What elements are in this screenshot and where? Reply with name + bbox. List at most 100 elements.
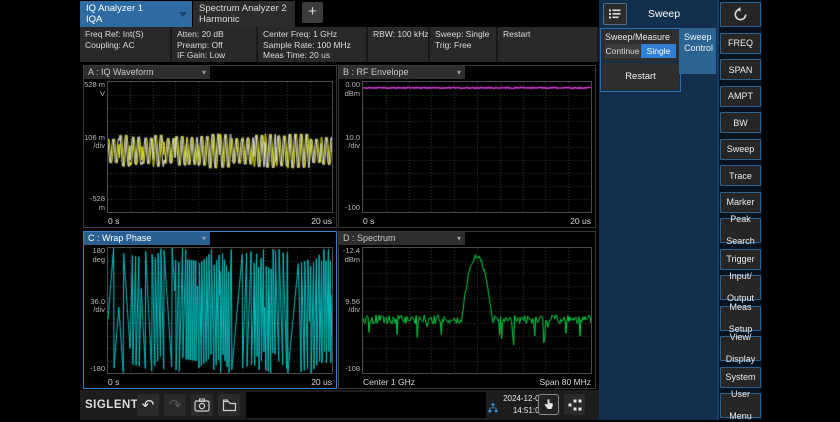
plot-area[interactable] <box>362 81 592 213</box>
waveform-panel-b[interactable]: B : RF Envelope ▾ 0.00dBm 10.0/div -100 … <box>338 65 596 228</box>
softkey-span[interactable]: SPAN <box>720 59 761 80</box>
y-axis-top-label: 0.00dBm <box>339 81 360 98</box>
settings-line: RBW: 100 kHz <box>373 29 428 40</box>
softkey-freq[interactable]: FREQ <box>720 33 761 54</box>
softkey-meas-setup[interactable]: MeasSetup <box>720 306 761 331</box>
screenshot-stage: IQ Analyzer 1 IQA Spectrum Analyzer 2 Ha… <box>0 0 840 420</box>
softkey-label: BW <box>733 118 748 128</box>
softkey-peak-search[interactable]: PeakSearch <box>720 218 761 243</box>
panel-dropdown-icon[interactable]: ▾ <box>457 232 461 245</box>
waveform-panel-a[interactable]: A : IQ Waveform ▾ 528 mV 106 m/div -528 … <box>83 65 337 228</box>
settings-group-2[interactable]: Atten: 20 dBPreamp: OffIF Gain: Low <box>172 27 258 62</box>
lan-status-icon[interactable] <box>488 400 498 418</box>
y-axis-perdiv-label: 10.0/div <box>339 134 360 151</box>
redo-button[interactable]: ↷ <box>164 394 186 416</box>
plot-area[interactable] <box>362 247 592 374</box>
menu-list-icon <box>608 7 622 21</box>
sweep-measure-toggle: ContinueSingle <box>605 44 676 58</box>
panel-dropdown-icon[interactable]: ▾ <box>202 232 206 245</box>
y-axis-bottom-label: -528 m <box>84 195 105 212</box>
panel-title-bar[interactable]: D : Spectrum ▾ <box>339 232 465 245</box>
chevron-down-icon[interactable] <box>179 12 187 17</box>
softkey-label: Trigger <box>726 254 754 264</box>
softkey-bw[interactable]: BW <box>720 112 761 133</box>
x-axis-left-label: 0 s <box>108 216 119 226</box>
y-axis-bottom-label: -180 <box>84 365 105 374</box>
undo-icon: ↶ <box>142 396 155 414</box>
panel-title: B : RF Envelope <box>343 66 409 79</box>
softkey-user-menu[interactable]: UserMenu <box>720 393 761 418</box>
entry-display[interactable] <box>246 392 486 418</box>
apps-grid-icon <box>568 399 582 411</box>
settings-group-6[interactable]: Restart <box>498 27 599 62</box>
instrument-screen: IQ Analyzer 1 IQA Spectrum Analyzer 2 Ha… <box>80 0 762 420</box>
folder-icon <box>222 398 237 412</box>
softkey-trigger[interactable]: Trigger <box>720 249 761 270</box>
softkey-view-display[interactable]: View/Display <box>720 336 761 361</box>
add-tab-button[interactable]: + <box>302 2 323 23</box>
panel-title-bar[interactable]: A : IQ Waveform ▾ <box>84 66 210 79</box>
tab-iq-analyzer[interactable]: IQ Analyzer 1 IQA <box>80 1 192 27</box>
settings-line: Atten: 20 dB <box>177 29 256 40</box>
settings-group-4[interactable]: RBW: 100 kHz <box>368 27 430 62</box>
settings-group-3[interactable]: Center Freq: 1 GHzSample Rate: 100 MHzMe… <box>258 27 368 62</box>
y-axis-top-label: 180deg <box>84 247 105 264</box>
settings-bar: Freq Ref: Int(S)Coupling: ACAtten: 20 dB… <box>80 27 599 62</box>
redo-icon: ↷ <box>169 396 182 414</box>
quick-access-button[interactable] <box>564 394 585 415</box>
waveform-panel-c[interactable]: C : Wrap Phase ▾ 180deg 36.0/div -180 0 … <box>83 231 337 389</box>
x-axis-right-label: 20 us <box>570 216 591 226</box>
plot-area[interactable] <box>107 247 333 374</box>
sweep-measure-label: Sweep/Measure <box>605 32 676 42</box>
sweep-control-tab[interactable]: Sweep Control <box>679 28 716 74</box>
plot-area[interactable] <box>107 81 333 213</box>
sweep-option-single[interactable]: Single <box>641 44 676 58</box>
undo-button[interactable]: ↶ <box>137 394 159 416</box>
restart-button[interactable]: Restart <box>602 63 679 90</box>
panel-title-bar[interactable]: C : Wrap Phase ▾ <box>84 232 210 245</box>
file-button[interactable] <box>218 394 240 416</box>
trace-canvas <box>363 248 591 373</box>
touch-mode-button[interactable] <box>538 394 559 415</box>
sweep-option-continue[interactable]: Continue <box>605 44 640 58</box>
y-axis-perdiv-label: 9.56/div <box>339 298 360 315</box>
x-axis-left-label: 0 s <box>108 377 119 387</box>
softkey-label: Sweep <box>727 144 755 154</box>
preset-return-icon <box>733 7 748 22</box>
softkey-label: User <box>731 389 750 400</box>
softkey-marker[interactable]: Marker <box>720 192 761 213</box>
softkey-label: View/ <box>730 332 752 343</box>
panel-dropdown-icon[interactable]: ▾ <box>202 66 206 79</box>
settings-group-5[interactable]: Sweep: SingleTrig: Free <box>430 27 498 62</box>
softkey-input-output[interactable]: Input/Output <box>720 275 761 300</box>
waveform-panel-d[interactable]: D : Spectrum ▾ -12.4dBm 9.56/div -108 Ce… <box>338 231 596 389</box>
trace-canvas <box>363 82 591 212</box>
softkey-system[interactable]: System <box>720 367 761 388</box>
settings-group-1[interactable]: Freq Ref: Int(S)Coupling: AC <box>80 27 172 62</box>
softkey-sweep[interactable]: Sweep <box>720 139 761 160</box>
softkey-label: Menu <box>729 411 752 422</box>
menu-icon[interactable] <box>603 3 627 25</box>
trace-canvas <box>108 82 332 212</box>
softkey-column: FREQ SPAN AMPT BW Sweep Trace Marker PeakSearch… <box>717 0 762 420</box>
screenshot-button[interactable] <box>191 394 213 416</box>
x-axis-right-label: 20 us <box>311 377 332 387</box>
panel-title-bar[interactable]: B : RF Envelope ▾ <box>339 66 465 79</box>
softkey-preset-return[interactable] <box>720 2 761 27</box>
settings-line: Freq Ref: Int(S) <box>85 29 170 40</box>
softkey-label: Input/ <box>729 271 752 282</box>
softkey-ampt[interactable]: AMPT <box>720 86 761 107</box>
settings-line: Meas Time: 20 us <box>263 50 366 61</box>
softkey-label: SPAN <box>729 65 753 75</box>
softkey-label: Meas <box>729 302 751 313</box>
softkey-trace[interactable]: Trace <box>720 165 761 186</box>
softkey-label: Trace <box>729 171 752 181</box>
softkey-label: Display <box>726 354 756 365</box>
panel-dropdown-icon[interactable]: ▾ <box>457 66 461 79</box>
y-axis-bottom-label: -100 <box>339 204 360 213</box>
y-axis-top-label: -12.4dBm <box>339 247 360 264</box>
trace-canvas <box>108 248 332 373</box>
y-axis-top-label: 528 mV <box>84 81 105 98</box>
settings-line: Coupling: AC <box>85 40 170 51</box>
tab-spectrum-analyzer[interactable]: Spectrum Analyzer 2 Harmonic <box>193 1 295 27</box>
